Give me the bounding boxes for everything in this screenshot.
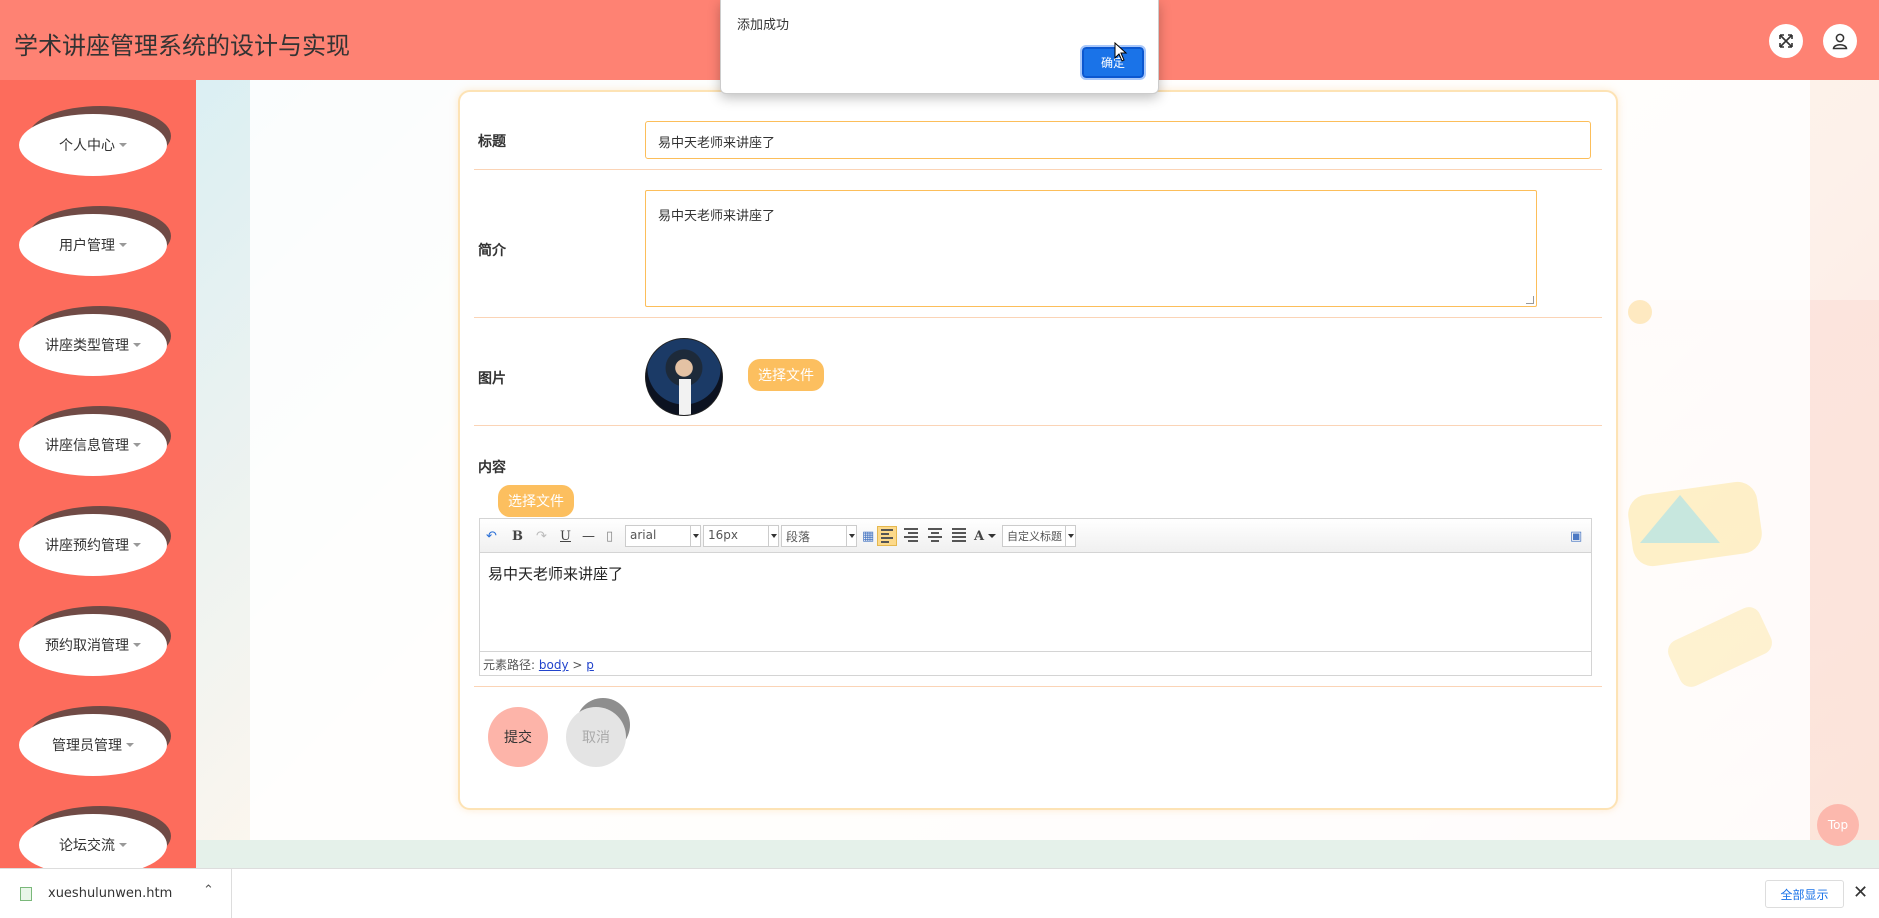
bold-icon[interactable]: B: [512, 527, 523, 545]
decor-dot: [1628, 300, 1652, 324]
chevron-down-icon: [988, 534, 997, 538]
divider: [474, 686, 1602, 687]
align-justify-icon[interactable]: [949, 526, 969, 546]
mouse-cursor-icon: [1114, 42, 1128, 62]
sidebar-item-forum[interactable]: 论坛交流: [19, 806, 171, 868]
sidebar-item-lecture-booking[interactable]: 讲座预约管理: [19, 506, 171, 576]
fullscreen-button[interactable]: [1769, 24, 1803, 58]
chevron-down-icon: [690, 526, 700, 546]
divider: [474, 425, 1602, 426]
download-file-name[interactable]: xueshulunwen.htm: [48, 886, 172, 901]
align-left-icon[interactable]: [877, 526, 897, 546]
sidebar-item-label: 管理员管理: [52, 738, 122, 754]
divider: [231, 869, 232, 918]
rich-text-editor: ↶ B ↷ U — ▯ arial 16px 段落 ▦ A 自定义标题 ▣ 易中…: [479, 518, 1592, 676]
source-code-icon[interactable]: ▣: [1570, 527, 1582, 545]
custom-title-select[interactable]: 自定义标题: [1002, 525, 1076, 547]
download-bar: xueshulunwen.htm ⌃ 全部显示 ✕: [0, 868, 1879, 918]
sidebar-item-personal-center[interactable]: 个人中心: [19, 106, 171, 176]
editor-content[interactable]: 易中天老师来讲座了: [488, 563, 623, 584]
file-icon: [20, 887, 32, 901]
divider: [474, 317, 1602, 318]
font-family-select[interactable]: arial: [625, 525, 701, 547]
intro-text: 易中天老师来讲座了: [658, 209, 776, 224]
chevron-down-icon: [133, 643, 141, 647]
align-center-icon[interactable]: [925, 526, 945, 546]
path-body-link[interactable]: body: [539, 658, 569, 672]
chevron-up-icon[interactable]: ⌃: [203, 883, 214, 898]
alert-message: 添加成功: [737, 18, 790, 33]
chevron-down-icon: [119, 143, 127, 147]
chevron-down-icon: [133, 443, 141, 447]
intro-textarea[interactable]: 易中天老师来讲座了: [645, 190, 1537, 307]
sidebar-item-lecture-info[interactable]: 讲座信息管理: [19, 406, 171, 476]
sidebar-item-label: 讲座类型管理: [45, 338, 129, 354]
sidebar-item-label: 预约取消管理: [45, 638, 129, 654]
chevron-down-icon: [768, 526, 778, 546]
chevron-down-icon: [119, 843, 127, 847]
chevron-down-icon: [126, 743, 134, 747]
sidebar-item-booking-cancel[interactable]: 预约取消管理: [19, 606, 171, 676]
undo-icon[interactable]: ↶: [486, 527, 497, 545]
chevron-down-icon: [133, 343, 141, 347]
title-label: 标题: [478, 134, 506, 150]
user-button[interactable]: [1823, 24, 1857, 58]
intro-label: 简介: [478, 243, 506, 259]
user-icon: [1832, 33, 1848, 50]
ok-button[interactable]: 确定: [1080, 45, 1146, 80]
sidebar-item-label: 用户管理: [59, 238, 115, 254]
redo-icon[interactable]: ↷: [536, 527, 547, 545]
element-path: 元素路径: body > p: [480, 651, 1591, 675]
paragraph-select[interactable]: 段落: [781, 525, 857, 547]
divider: [474, 169, 1602, 170]
sidebar-item-user-management[interactable]: 用户管理: [19, 206, 171, 276]
footer-band: [196, 840, 1879, 868]
cancel-button[interactable]: 取消: [566, 707, 626, 767]
expand-icon: [1779, 34, 1793, 48]
image-file-button[interactable]: 选择文件: [748, 359, 824, 391]
path-p-link[interactable]: p: [586, 658, 594, 672]
sidebar-item-label: 论坛交流: [59, 838, 115, 854]
show-all-button[interactable]: 全部显示: [1765, 880, 1844, 908]
lecture-image: [645, 338, 723, 416]
align-right-icon[interactable]: [901, 526, 921, 546]
sidebar-item-label: 讲座预约管理: [45, 538, 129, 554]
horizontal-rule-icon[interactable]: —: [582, 527, 595, 545]
app-title: 学术讲座管理系统的设计与实现: [14, 32, 350, 60]
chevron-down-icon: [846, 526, 856, 546]
content-file-button[interactable]: 选择文件: [498, 485, 574, 517]
content-label: 内容: [478, 460, 506, 476]
decor-triangle: [1640, 495, 1720, 543]
resize-handle-icon[interactable]: [1526, 296, 1534, 304]
chevron-down-icon: [1065, 526, 1075, 546]
underline-icon[interactable]: U: [560, 527, 571, 545]
font-color-icon[interactable]: A: [974, 527, 997, 545]
alert-dialog: 添加成功 确定: [720, 0, 1159, 94]
sidebar: 个人中心 用户管理 讲座类型管理 讲座信息管理 讲座预约管理 预约取消管理 管理…: [0, 80, 196, 868]
close-icon[interactable]: ✕: [1853, 882, 1868, 903]
submit-button[interactable]: 提交: [488, 707, 548, 767]
font-size-select[interactable]: 16px: [703, 525, 779, 547]
sidebar-item-admin-management[interactable]: 管理员管理: [19, 706, 171, 776]
sidebar-item-label: 个人中心: [59, 138, 115, 154]
editor-toolbar: ↶ B ↷ U — ▯ arial 16px 段落 ▦ A 自定义标题 ▣: [480, 519, 1591, 553]
back-to-top-button[interactable]: Top: [1817, 804, 1859, 846]
sidebar-item-label: 讲座信息管理: [45, 438, 129, 454]
chevron-down-icon: [133, 543, 141, 547]
title-input[interactable]: 易中天老师来讲座了: [645, 121, 1591, 159]
image-label: 图片: [478, 371, 506, 387]
table-icon[interactable]: ▦: [862, 527, 874, 545]
sidebar-item-lecture-type[interactable]: 讲座类型管理: [19, 306, 171, 376]
chevron-down-icon: [119, 243, 127, 247]
page-icon[interactable]: ▯: [606, 527, 613, 545]
